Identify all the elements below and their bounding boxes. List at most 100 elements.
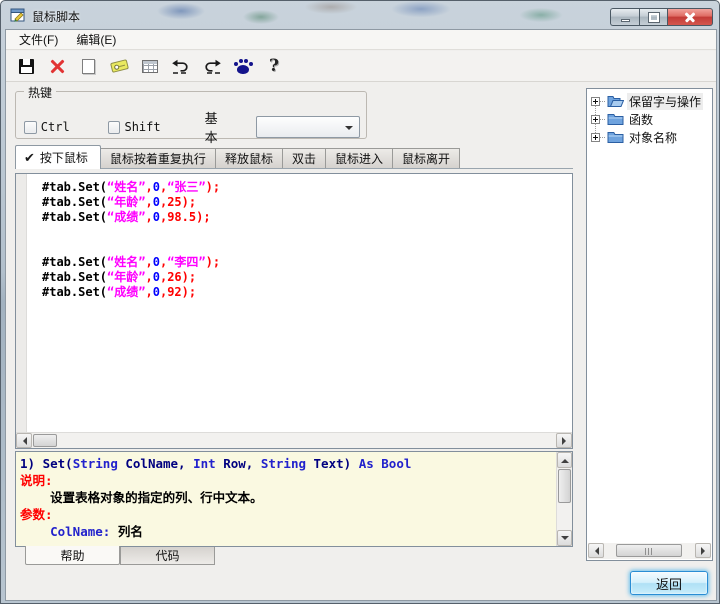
new-button[interactable]: [76, 54, 100, 78]
scroll-thumb[interactable]: [33, 434, 57, 447]
tree-item-2[interactable]: 对象名称: [587, 128, 712, 146]
code-segment: #tab.Set(: [42, 180, 107, 194]
minimize-button[interactable]: [610, 8, 639, 26]
code-segment: 25: [167, 195, 181, 209]
code-line: #tab.Set(“年龄”,0,26);: [42, 270, 572, 285]
expand-icon[interactable]: [591, 115, 600, 124]
bottom-tab-1[interactable]: 代码: [120, 547, 215, 565]
bottom-tab-0[interactable]: 帮助: [25, 546, 120, 565]
maximize-button[interactable]: [639, 8, 668, 26]
folder-open-icon: [607, 94, 624, 108]
tree-hscrollbar[interactable]: [588, 543, 711, 559]
menu-item-1[interactable]: 编辑(E): [67, 29, 125, 50]
tree-item-1[interactable]: 函数: [587, 110, 712, 128]
arrow-left-icon: [591, 547, 599, 555]
help-icon: ?: [269, 58, 279, 75]
window-controls: [610, 8, 713, 26]
editor-gutter: [16, 174, 27, 432]
code-segment: 0: [153, 195, 160, 209]
tree-item-label: 函数: [627, 111, 655, 128]
scroll-left-button[interactable]: [588, 543, 604, 558]
toolbar: ?: [6, 51, 716, 82]
code-line: #tab.Set(“年龄”,0,25);: [42, 195, 572, 210]
paw-icon: [233, 59, 253, 74]
menu-item-0[interactable]: 文件(F): [10, 29, 67, 50]
tab-0[interactable]: ✔按下鼠标: [15, 145, 101, 169]
delete-button[interactable]: [45, 54, 69, 78]
code-segment: #tab.Set(: [42, 195, 107, 209]
grip-icon: [645, 548, 653, 555]
hotkey-combobox[interactable]: [256, 116, 360, 138]
code-text-area[interactable]: #tab.Set(“姓名”,0,“张三”);#tab.Set(“年龄”,0,25…: [28, 174, 572, 432]
help-line: 参数:: [20, 506, 555, 523]
scroll-left-button[interactable]: [16, 433, 32, 448]
return-button[interactable]: 返回: [630, 571, 708, 595]
tree-item-label: 对象名称: [627, 129, 679, 146]
code-segment: “李四”: [167, 255, 205, 269]
arrow-right-icon: [701, 547, 709, 555]
arrow-right-icon: [562, 437, 570, 445]
help-line: 说明:: [20, 472, 555, 489]
tab-5[interactable]: 鼠标离开: [393, 148, 460, 168]
window-title: 鼠标脚本: [32, 8, 80, 25]
code-line: #tab.Set(“姓名”,0,“李四”);: [42, 255, 572, 270]
scroll-down-button[interactable]: [557, 530, 572, 546]
tab-2[interactable]: 释放鼠标: [216, 148, 283, 168]
scroll-up-button[interactable]: [557, 452, 572, 468]
shift-checkbox[interactable]: [108, 121, 121, 134]
expand-icon[interactable]: [591, 133, 600, 142]
help-segment: 说明:: [20, 473, 53, 488]
paw-button[interactable]: [231, 54, 255, 78]
delete-icon: [49, 58, 66, 75]
help-line: 1) Set(String ColName, Int Row, String T…: [20, 455, 555, 472]
tab-4[interactable]: 鼠标进入: [326, 148, 393, 168]
code-segment: “姓名”: [107, 255, 145, 269]
help-vscrollbar[interactable]: [556, 452, 572, 546]
tab-label: 鼠标进入: [335, 150, 383, 167]
redo-button[interactable]: [200, 54, 224, 78]
tree-item-label: 保留字与操作: [627, 93, 703, 110]
help-button[interactable]: ?: [262, 54, 286, 78]
code-segment: #tab.Set(: [42, 285, 107, 299]
code-segment: “成绩”: [107, 210, 145, 224]
expand-icon[interactable]: [591, 97, 600, 106]
code-segment: );: [206, 180, 220, 194]
help-segment: Int: [193, 456, 216, 471]
table-button[interactable]: [138, 54, 162, 78]
close-button[interactable]: [668, 8, 713, 26]
tab-1[interactable]: 鼠标按着重复执行: [101, 148, 216, 168]
code-segment: );: [182, 285, 196, 299]
code-segment: 0: [153, 210, 160, 224]
tree-dash: [600, 119, 605, 120]
code-segment: 0: [153, 180, 160, 194]
code-segment: “张三”: [167, 180, 205, 194]
scroll-thumb[interactable]: [616, 544, 682, 557]
tree-dash: [600, 137, 605, 138]
code-line: #tab.Set(“成绩”,0,92);: [42, 285, 572, 300]
app-icon: [10, 7, 26, 23]
undo-button[interactable]: [169, 54, 193, 78]
titlebar[interactable]: 鼠标脚本: [1, 1, 719, 29]
scroll-right-button[interactable]: [695, 543, 711, 558]
scroll-thumb[interactable]: [558, 469, 571, 503]
code-segment: “年龄”: [107, 195, 145, 209]
shift-label: Shift: [124, 120, 160, 134]
help-code-tabstrip: 帮助代码: [25, 547, 215, 565]
help-segment: ColName,: [118, 456, 193, 471]
help-line: ColName: 列名: [20, 523, 555, 540]
basic-label: 基本: [205, 108, 231, 146]
code-segment: “成绩”: [107, 285, 145, 299]
return-button-label: 返回: [656, 574, 682, 593]
tab-label: 按下鼠标: [40, 149, 88, 166]
scroll-right-button[interactable]: [556, 433, 572, 448]
code-segment: #tab.Set(: [42, 270, 107, 284]
tab-3[interactable]: 双击: [283, 148, 326, 168]
ctrl-checkbox[interactable]: [24, 121, 37, 134]
save-button[interactable]: [14, 54, 38, 78]
code-segment: ,: [145, 285, 152, 299]
folder-icon: [607, 130, 624, 144]
tag-button[interactable]: [107, 54, 131, 78]
code-line: [42, 225, 572, 240]
tree-item-0[interactable]: 保留字与操作: [587, 92, 712, 110]
editor-hscrollbar[interactable]: [16, 432, 572, 448]
